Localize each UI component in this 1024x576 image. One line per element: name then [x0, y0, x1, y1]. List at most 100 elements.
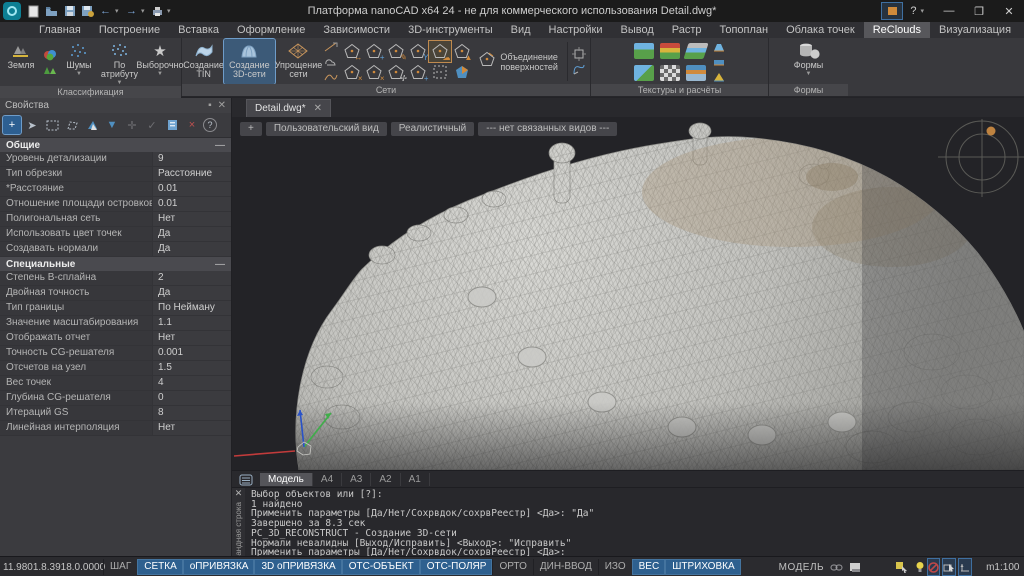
- mesh-extend-icon[interactable]: ↔: [341, 41, 363, 62]
- ribbon-tab[interactable]: Оформление: [228, 22, 314, 38]
- viewport-control-button[interactable]: +: [240, 122, 262, 136]
- mode-toggle-button[interactable]: ШТРИХОВКА: [665, 559, 740, 575]
- section-calc-icon[interactable]: [710, 55, 728, 69]
- property-row[interactable]: Полигональная сеть Нет: [0, 212, 231, 227]
- print-icon[interactable]: [149, 3, 166, 20]
- sheet-icon[interactable]: [849, 560, 861, 574]
- poly-select-icon[interactable]: [63, 116, 81, 134]
- mesh-edit-icon[interactable]: ✎: [385, 41, 407, 62]
- new-file-icon[interactable]: [25, 3, 42, 20]
- cursor-box-toggle[interactable]: [942, 558, 956, 576]
- property-row[interactable]: Отображать отчет Нет: [0, 331, 231, 346]
- mesh-insert-icon[interactable]: +: [407, 62, 429, 83]
- pin-icon[interactable]: ▪: [208, 100, 212, 111]
- close-button[interactable]: ✕: [994, 0, 1024, 22]
- tab-close-icon[interactable]: ✕: [314, 103, 322, 114]
- property-row[interactable]: Линейная интерполяция Нет: [0, 421, 231, 436]
- mesh-move-icon[interactable]: ✢: [385, 62, 407, 83]
- property-row[interactable]: Отсчетов на узел 1.5: [0, 361, 231, 376]
- property-row[interactable]: Итераций GS 8: [0, 406, 231, 421]
- create-tin-button[interactable]: Создание TIN: [184, 39, 223, 84]
- earth-button[interactable]: Земля: [2, 39, 40, 86]
- elevation-toggle[interactable]: [958, 558, 972, 576]
- mesh-fill-icon[interactable]: ▲: [451, 41, 473, 62]
- redo-icon[interactable]: →: [123, 3, 140, 20]
- cloud-mountain-icon[interactable]: [634, 43, 654, 59]
- cube-axes-icon[interactable]: [570, 47, 588, 61]
- mesh-remove-face-icon[interactable]: ×: [363, 62, 385, 83]
- sheet-list-icon[interactable]: [236, 473, 256, 486]
- ribbon-tab[interactable]: Топоплан: [711, 22, 778, 38]
- by-attribute-button[interactable]: По атрибуту ▼: [99, 39, 140, 86]
- qat-expand-icon[interactable]: ▾: [167, 7, 174, 15]
- link-icon[interactable]: [830, 560, 843, 574]
- sketch-cloud-icon[interactable]: [322, 55, 340, 69]
- mode-toggle-button[interactable]: оПРИВЯЗКА: [183, 559, 255, 575]
- snap-point-icon[interactable]: ✛: [123, 116, 141, 134]
- ribbon-tab[interactable]: Визуализация: [930, 22, 1020, 38]
- ribbon-tab[interactable]: ReClouds: [864, 22, 930, 38]
- mode-toggle-button[interactable]: ОТС-ПОЛЯР: [420, 559, 493, 575]
- green-trees-icon[interactable]: [41, 63, 59, 77]
- save-as-icon[interactable]: [79, 3, 96, 20]
- ribbon-tab[interactable]: Настройки: [540, 22, 612, 38]
- quick-select-icon[interactable]: [83, 116, 101, 134]
- lightbulb-icon[interactable]: [915, 560, 925, 574]
- ribbon-tab[interactable]: Построение: [90, 22, 169, 38]
- shapes-button[interactable]: Формы ▼: [790, 39, 828, 84]
- pyramid-calc-icon[interactable]: [710, 70, 728, 84]
- package-icon[interactable]: [881, 2, 903, 20]
- rect-select-icon[interactable]: [43, 116, 61, 134]
- ribbon-tab[interactable]: Облака точек: [777, 22, 864, 38]
- section-header-general[interactable]: Общие —: [0, 138, 231, 152]
- mesh-color-icon[interactable]: [451, 62, 473, 83]
- mode-toggle-button[interactable]: ДИН-ВВОД: [533, 559, 598, 575]
- mesh-bounds-icon[interactable]: [429, 62, 451, 83]
- selective-button[interactable]: ★ Выборочно ▼: [141, 39, 179, 86]
- property-row[interactable]: Отношение площади островков 0.01: [0, 197, 231, 212]
- command-history[interactable]: Выбор объектов или [?]:1 найденоПрименит…: [245, 488, 1024, 557]
- mode-toggle-button[interactable]: СЕТКА: [137, 559, 183, 575]
- mode-toggle-button[interactable]: ОРТО: [492, 559, 532, 575]
- sketch-line-icon[interactable]: [322, 40, 340, 54]
- properties-header[interactable]: Свойства ▪ ✕: [0, 98, 231, 113]
- filter-icon[interactable]: ▼: [103, 116, 121, 134]
- undo-icon[interactable]: ←: [97, 3, 114, 20]
- image-texture-icon[interactable]: [634, 65, 654, 81]
- command-line-panel[interactable]: ✕ Командная строка Выбор объектов или [?…: [232, 487, 1024, 557]
- layout-tab[interactable]: A1: [401, 473, 430, 486]
- merge-surfaces-button[interactable]: Объединение поверхностей: [474, 39, 565, 84]
- mesh-add-icon[interactable]: +: [363, 41, 385, 62]
- property-row[interactable]: Глубина CG-решателя 0: [0, 391, 231, 406]
- layers-iso-icon[interactable]: [683, 43, 708, 59]
- ribbon-tab[interactable]: 3D-инструменты: [399, 22, 502, 38]
- property-row[interactable]: Создавать нормали Да: [0, 242, 231, 257]
- layout-tab[interactable]: Модель: [260, 473, 313, 486]
- viewport-control-button[interactable]: --- нет связанных видов ---: [478, 122, 617, 136]
- document-icon[interactable]: [163, 116, 181, 134]
- layout-tab[interactable]: A4: [313, 473, 342, 486]
- open-folder-icon[interactable]: [43, 3, 60, 20]
- save-icon[interactable]: [61, 3, 78, 20]
- command-close-icon[interactable]: ✕: [235, 489, 243, 498]
- mesh-split-icon[interactable]: Y: [407, 41, 429, 62]
- layout-tab[interactable]: A2: [371, 473, 400, 486]
- simplify-mesh-button[interactable]: Упрощение сети: [276, 39, 322, 84]
- property-row[interactable]: Тип границы По Нейману: [0, 301, 231, 316]
- collapse-icon[interactable]: —: [215, 259, 225, 270]
- point-cloud-mesh[interactable]: [232, 117, 1024, 470]
- check-icon[interactable]: ✓: [143, 116, 161, 134]
- property-row[interactable]: Тип обрезки Расстояние: [0, 167, 231, 182]
- ribbon-tab[interactable]: Главная: [30, 22, 90, 38]
- property-row[interactable]: Использовать цвет точек Да: [0, 227, 231, 242]
- ribbon-tab[interactable]: Зависимости: [314, 22, 399, 38]
- property-row[interactable]: Вес точек 4: [0, 376, 231, 391]
- minimize-button[interactable]: —: [934, 0, 964, 22]
- section-header-special[interactable]: Специальные —: [0, 257, 231, 271]
- annotation-scale[interactable]: m1:100: [986, 562, 1019, 573]
- help-dropdown-icon[interactable]: ▾: [920, 7, 934, 15]
- mode-toggle-button[interactable]: ОТС-ОБЪЕКТ: [342, 559, 420, 575]
- property-row[interactable]: Точность CG-решателя 0.001: [0, 346, 231, 361]
- ribbon-tab[interactable]: Вставка: [169, 22, 228, 38]
- mode-toggle-button[interactable]: ИЗО: [598, 559, 632, 575]
